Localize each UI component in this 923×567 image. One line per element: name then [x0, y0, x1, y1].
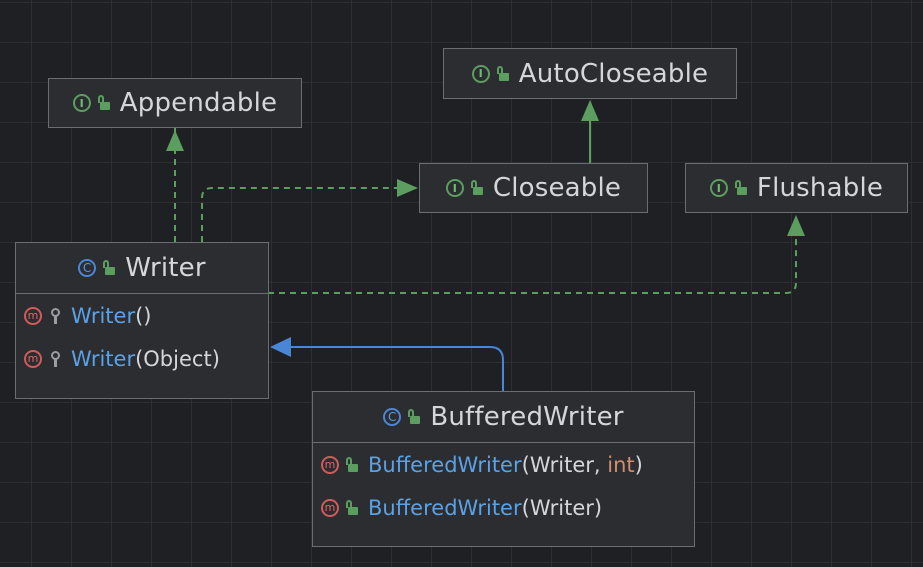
method-row[interactable]: m Writer(Object): [16, 337, 268, 380]
node-closeable[interactable]: I Closeable: [419, 163, 648, 213]
method-name: Writer: [71, 303, 136, 328]
method-icon: m: [321, 498, 339, 517]
method-args-close: ): [634, 452, 643, 477]
public-lock-icon: [408, 409, 421, 425]
method-row[interactable]: m BufferedWriter(Writer): [313, 486, 694, 529]
edge-writer-implements-closeable: [201, 187, 398, 242]
method-param-separator: ,: [593, 452, 608, 477]
method-icon: m: [321, 455, 339, 474]
method-row[interactable]: m Writer(): [16, 294, 268, 337]
protected-key-icon: [51, 307, 61, 324]
method-args-open: (: [521, 495, 530, 520]
interface-icon: I: [709, 179, 728, 197]
node-title: BufferedWriter: [430, 402, 624, 432]
node-title: Closeable: [492, 173, 622, 203]
method-args-open: (: [135, 346, 144, 371]
method-param-keyword: int: [607, 452, 635, 477]
public-lock-icon: [346, 499, 358, 516]
node-title: AutoCloseable: [518, 58, 709, 89]
public-lock-icon: [496, 65, 509, 82]
node-writer[interactable]: C Writer m Writer() m Writer(Object): [15, 242, 269, 399]
method-param: Writer: [529, 452, 594, 477]
node-bufferedwriter[interactable]: C BufferedWriter m BufferedWriter(Writer…: [312, 391, 695, 547]
method-name: BufferedWriter: [368, 452, 522, 477]
node-title: Writer: [125, 253, 206, 283]
class-icon: C: [383, 408, 402, 426]
interface-icon: I: [72, 94, 91, 112]
class-icon: C: [78, 259, 97, 277]
method-args-open: (: [521, 452, 530, 477]
arrowhead-flushable: [787, 215, 805, 236]
method-row[interactable]: m BufferedWriter(Writer, int): [313, 443, 694, 486]
protected-key-icon: [51, 350, 61, 367]
method-param: Object: [143, 346, 212, 371]
arrowhead-autocloseable: [581, 100, 599, 121]
public-lock-icon: [103, 260, 116, 276]
method-icon: m: [24, 349, 42, 368]
method-param: Writer: [529, 495, 594, 520]
method-args: (): [135, 303, 152, 328]
node-title: Appendable: [119, 88, 278, 118]
method-args-close: ): [593, 495, 603, 520]
public-lock-icon: [470, 180, 483, 196]
node-autocloseable[interactable]: I AutoCloseable: [443, 48, 737, 99]
method-name: BufferedWriter: [368, 495, 522, 520]
method-name: Writer: [71, 346, 136, 371]
public-lock-icon: [97, 95, 110, 111]
node-title: Flushable: [756, 173, 884, 203]
arrowhead-closeable: [397, 179, 418, 197]
interface-icon: I: [471, 64, 490, 83]
arrowhead-appendable: [166, 130, 184, 151]
public-lock-icon: [734, 180, 747, 196]
method-icon: m: [24, 306, 42, 325]
method-args-close: ): [211, 346, 220, 371]
node-appendable[interactable]: I Appendable: [48, 78, 302, 128]
edge-bufferedwriter-extends-writer: [290, 346, 504, 391]
edge-writer-implements-flushable: [268, 236, 797, 294]
interface-icon: I: [445, 179, 464, 197]
arrowhead-writer: [270, 337, 291, 357]
node-flushable[interactable]: I Flushable: [685, 163, 908, 213]
public-lock-icon: [346, 456, 358, 473]
